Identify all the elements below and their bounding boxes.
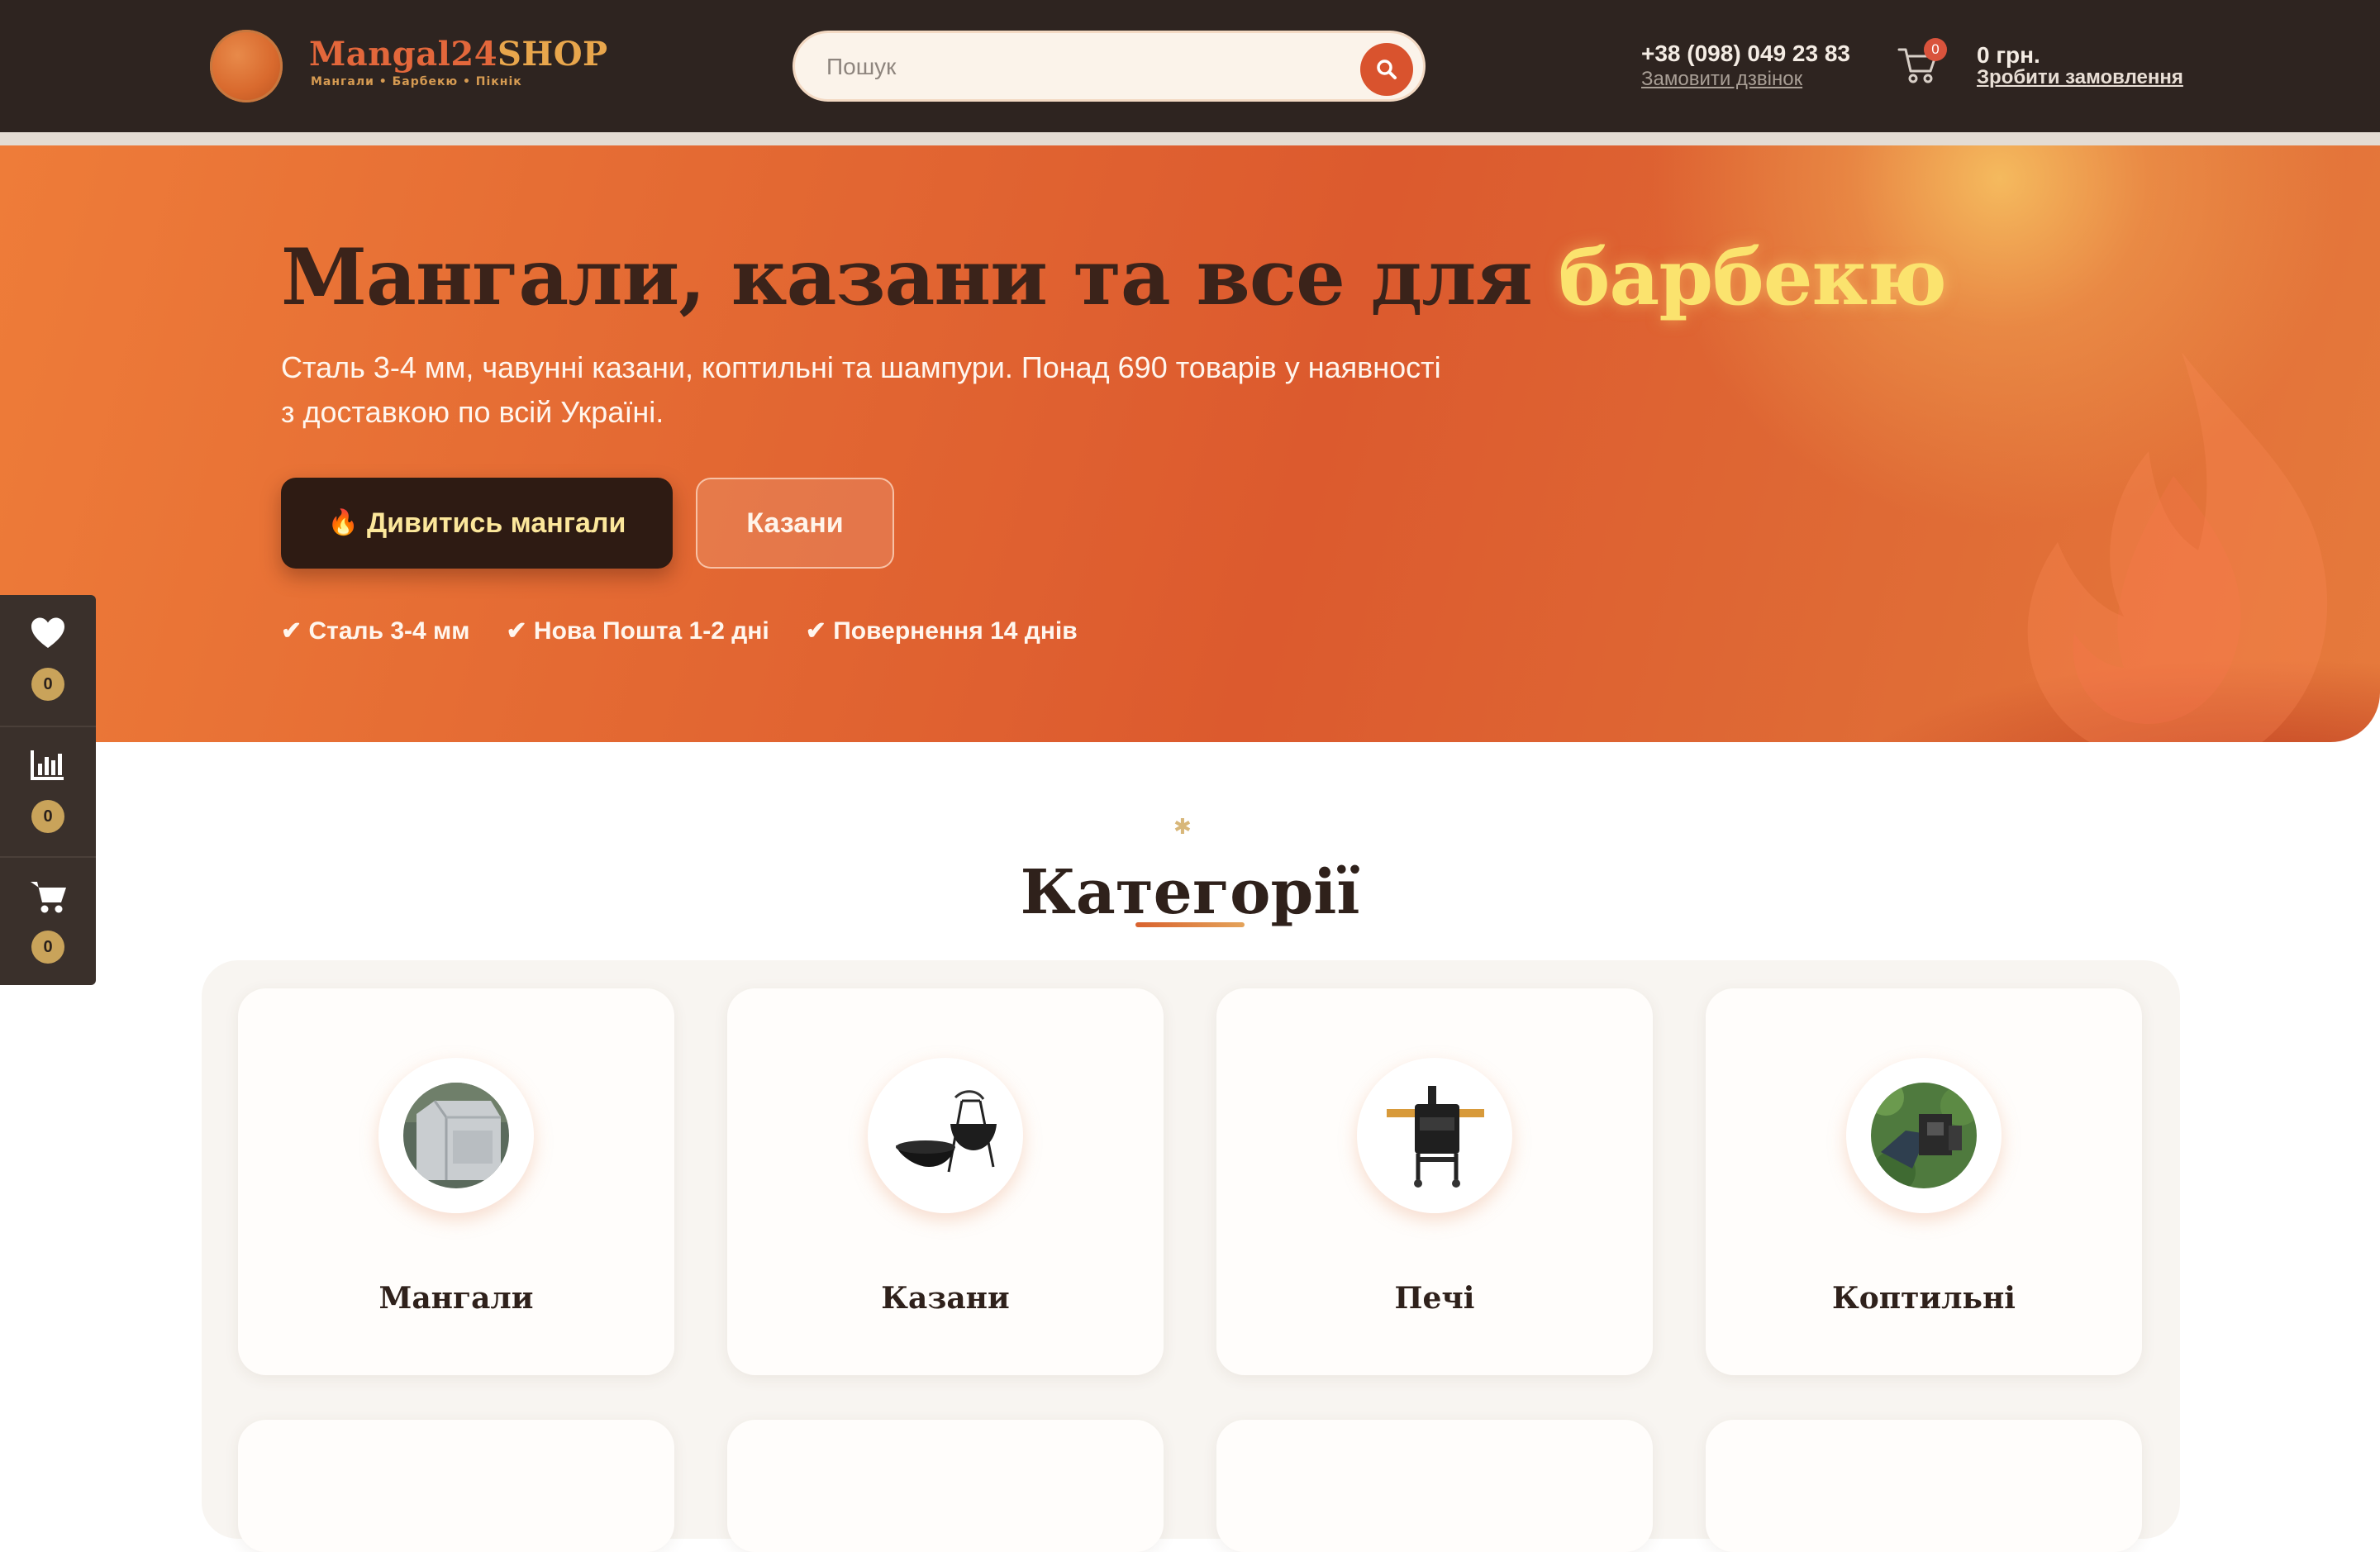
category-card-cauldrons[interactable]: Казани	[727, 988, 1164, 1375]
hero-subtitle: Сталь 3-4 мм, чавунні казани, коптильні …	[281, 350, 1441, 429]
feature-returns: ✔ Повернення 14 днів	[805, 617, 1078, 645]
feature-steel: ✔ Сталь 3-4 мм	[281, 617, 470, 645]
search-bar	[795, 33, 1423, 101]
category-card[interactable]	[238, 1420, 674, 1552]
cauldrons-button[interactable]: Казани	[696, 478, 894, 569]
category-thumb	[378, 1058, 534, 1213]
logo-title-part1: Mangal24	[309, 35, 498, 74]
category-thumb	[1357, 1058, 1512, 1213]
wishlist-count-badge: 0	[31, 668, 64, 701]
side-item-wishlist[interactable]: 0	[0, 595, 96, 724]
side-item-compare[interactable]: 0	[0, 726, 96, 856]
search-input[interactable]	[825, 33, 1324, 101]
logo-tagline: Мангали • Барбекю • Пікнік	[311, 75, 522, 88]
category-label: Казани	[881, 1281, 1010, 1316]
hero-title-accent: барбекю	[1558, 232, 1947, 323]
logo-icon[interactable]	[210, 30, 283, 102]
phone-number[interactable]: +38 (098) 049 23 83	[1641, 40, 1850, 68]
hero-features: ✔ Сталь 3-4 мм ✔ Нова Пошта 1-2 дні ✔ По…	[281, 617, 1078, 646]
category-label: Печі	[1394, 1281, 1475, 1316]
smokehouse-icon	[1871, 1083, 1977, 1188]
category-card[interactable]	[1216, 1420, 1653, 1552]
hero-banner: Мангали, казани та все для барбекю Сталь…	[0, 145, 2380, 742]
cart-count-badge: 0	[1924, 38, 1947, 61]
grill-cover-icon	[403, 1083, 509, 1188]
category-card[interactable]	[727, 1420, 1164, 1552]
feature-delivery: ✔ Нова Пошта 1-2 дні	[506, 617, 769, 645]
search-icon	[1377, 60, 1397, 79]
category-label: Коптильні	[1832, 1281, 2016, 1316]
cart-total: 0 грн.	[1977, 42, 2040, 68]
categories-grid: Мангали Казани Печі Коптильні	[202, 960, 2180, 1552]
compare-count-badge: 0	[31, 800, 64, 833]
site-header: Mangal24SHOP Мангали • Барбекю • Пікнік …	[0, 0, 2380, 132]
side-cart-count-badge: 0	[31, 931, 64, 964]
make-order-link[interactable]: Зробити замовлення	[1977, 66, 2183, 89]
category-card-stoves[interactable]: Печі	[1216, 988, 1653, 1375]
heart-icon	[31, 617, 64, 648]
search-button[interactable]	[1360, 43, 1413, 96]
cauldron-icon	[896, 1090, 997, 1173]
flame-decoration-icon	[2027, 352, 2328, 742]
hero-title-main: Мангали, казани та все для	[281, 232, 1533, 323]
logo-title[interactable]: Mangal24SHOP	[309, 35, 608, 74]
category-card[interactable]	[1706, 1420, 2142, 1552]
category-label: Мангали	[378, 1281, 534, 1316]
category-card-smokehouses[interactable]: Коптильні	[1706, 988, 2142, 1375]
category-thumb	[868, 1058, 1023, 1213]
callback-link[interactable]: Замовити дзвінок	[1641, 68, 1802, 91]
compare-chart-icon	[31, 750, 64, 780]
heading-underline	[1135, 922, 1245, 927]
view-grills-button[interactable]: 🔥 Дивитись мангали	[281, 478, 673, 569]
stove-icon	[1387, 1086, 1484, 1188]
hero-title: Мангали, казани та все для барбекю	[281, 228, 1947, 327]
view-grills-label: Дивитись мангали	[366, 507, 626, 539]
category-thumb	[1846, 1058, 2002, 1213]
sparkle-icon: ✱	[1173, 815, 1192, 840]
category-card-grills[interactable]: Мангали	[238, 988, 674, 1375]
fire-icon: 🔥	[327, 509, 359, 536]
logo-title-part2: SHOP	[497, 35, 608, 74]
header-divider	[0, 132, 2380, 145]
categories-heading: Категорії	[1020, 857, 1360, 928]
